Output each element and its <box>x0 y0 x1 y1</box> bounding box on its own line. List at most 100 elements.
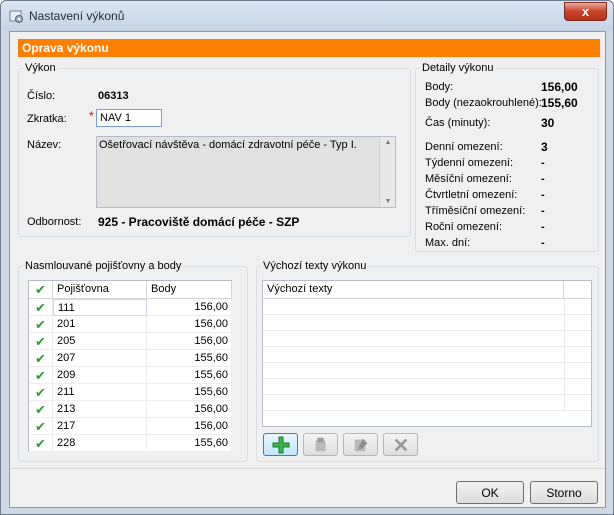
dialog-body: Oprava výkonu Výkon Číslo: 06313 Zkratka… <box>9 31 606 508</box>
detail-value: 3 <box>541 140 548 154</box>
detail-value: 155,60 <box>541 96 578 110</box>
body-value[interactable]: 155,60 <box>147 367 232 384</box>
detail-value: - <box>541 237 545 249</box>
check-icon[interactable]: ✔ <box>29 333 53 350</box>
column-header-body[interactable]: Body <box>147 281 232 299</box>
detail-value: - <box>541 173 545 185</box>
edit-icon <box>315 437 326 452</box>
texty-legend: Výchozí texty výkonu <box>263 260 367 272</box>
check-icon[interactable]: ✔ <box>29 350 53 367</box>
column-header-vychozi-texty[interactable]: Výchozí texty <box>263 281 564 299</box>
cislo-value: 06313 <box>98 90 129 102</box>
body-value[interactable]: 156,00 <box>147 299 232 316</box>
pojistovny-table[interactable]: ✔ Pojišťovna Body ✔ 111 156,00 ✔ 201 156,00 ✔ 2… <box>28 280 232 452</box>
delete-icon <box>394 438 408 452</box>
insert-text-button[interactable] <box>303 433 338 456</box>
column-divider <box>564 315 565 331</box>
column-header-extra <box>564 281 591 299</box>
close-icon: x <box>581 4 590 19</box>
add-icon <box>272 436 290 454</box>
detail-label: Body (nezaokrouhlené): <box>425 97 542 109</box>
table-row[interactable]: ✔ 111 156,00 <box>29 299 232 316</box>
column-header-check[interactable]: ✔ <box>29 281 53 299</box>
add-text-button[interactable] <box>263 433 298 456</box>
column-divider <box>564 347 565 363</box>
header-banner: Oprava výkonu <box>18 39 600 57</box>
title-bar[interactable]: Nastavení výkonů x <box>1 1 613 31</box>
edit-text-button[interactable] <box>343 433 378 456</box>
check-icon[interactable]: ✔ <box>29 401 53 418</box>
empty-row <box>263 379 591 395</box>
nazev-value: Ošetřovací návštěva - domácí zdravotní p… <box>99 139 357 151</box>
pojistovna-code[interactable]: 228 <box>53 435 147 452</box>
required-mark: * <box>89 109 94 123</box>
column-divider <box>564 331 565 347</box>
detail-label: Čas (minuty): <box>425 117 491 129</box>
check-icon[interactable]: ✔ <box>29 418 53 435</box>
detail-value: - <box>541 221 545 233</box>
nazev-label: Název: <box>27 139 62 151</box>
body-value[interactable]: 156,00 <box>147 401 232 418</box>
table-row[interactable]: ✔ 201 156,00 <box>29 316 232 333</box>
cislo-label: Číslo: <box>27 90 56 102</box>
body-value[interactable]: 155,60 <box>147 435 232 452</box>
check-icon[interactable]: ✔ <box>29 435 53 452</box>
table-row[interactable]: ✔ 209 155,60 <box>29 367 232 384</box>
body-value[interactable]: 155,60 <box>147 350 232 367</box>
body-value[interactable]: 156,00 <box>147 333 232 350</box>
odbornost-label: Odbornost: <box>27 216 82 228</box>
detail-label: Denní omezení: <box>425 141 503 153</box>
cancel-button[interactable]: Storno <box>530 481 598 504</box>
texty-table[interactable]: Výchozí texty <box>262 280 592 427</box>
detail-label: Max. dní: <box>425 237 471 249</box>
pojistovna-code[interactable]: 205 <box>53 333 147 350</box>
pojistovna-code[interactable]: 209 <box>53 367 147 384</box>
body-value[interactable]: 155,60 <box>147 384 232 401</box>
body-value[interactable]: 156,00 <box>147 316 232 333</box>
pojistovna-code[interactable]: 201 <box>53 316 147 333</box>
pojistovna-code[interactable]: 111 <box>53 299 147 316</box>
table-row[interactable]: ✔ 228 155,60 <box>29 435 232 452</box>
scroll-down-icon[interactable]: ▼ <box>380 198 396 205</box>
close-button[interactable]: x <box>564 2 607 21</box>
detail-value: - <box>541 189 545 201</box>
table-row[interactable]: ✔ 205 156,00 <box>29 333 232 350</box>
edit-document-icon <box>354 438 368 452</box>
empty-row <box>263 331 591 347</box>
ok-button[interactable]: OK <box>456 481 524 504</box>
nazev-textarea[interactable]: Ošetřovací návštěva - domácí zdravotní p… <box>96 136 396 208</box>
column-divider <box>564 363 565 379</box>
nazev-scrollbar[interactable]: ▲ ▼ <box>379 137 395 207</box>
check-icon[interactable]: ✔ <box>29 316 53 333</box>
empty-row <box>263 347 591 363</box>
detail-value: - <box>541 205 545 217</box>
detail-value: 30 <box>541 116 555 130</box>
pojistovna-code[interactable]: 211 <box>53 384 147 401</box>
empty-row <box>263 395 591 411</box>
pojistovna-code[interactable]: 213 <box>53 401 147 418</box>
detail-label: Měsíční omezení: <box>425 173 512 185</box>
column-divider <box>564 379 565 395</box>
table-row[interactable]: ✔ 211 155,60 <box>29 384 232 401</box>
table-row[interactable]: ✔ 207 155,60 <box>29 350 232 367</box>
pojistovna-code[interactable]: 217 <box>53 418 147 435</box>
body-value[interactable]: 156,00 <box>147 418 232 435</box>
zkratka-label: Zkratka: <box>27 113 67 125</box>
table-row[interactable]: ✔ 217 156,00 <box>29 418 232 435</box>
detail-label: Tříměsíční omezení: <box>425 205 526 217</box>
check-icon[interactable]: ✔ <box>29 384 53 401</box>
column-header-pojistovna[interactable]: Pojišťovna <box>53 281 147 299</box>
check-icon: ✔ <box>35 282 46 297</box>
empty-row <box>263 363 591 379</box>
zkratka-input[interactable] <box>96 109 162 127</box>
delete-text-button[interactable] <box>383 433 418 456</box>
footer-divider <box>10 468 605 469</box>
check-icon[interactable]: ✔ <box>29 367 53 384</box>
pojistovny-legend: Nasmlouvané pojišťovny a body <box>25 260 182 272</box>
check-icon[interactable]: ✔ <box>29 299 53 316</box>
detail-label: Týdenní omezení: <box>425 157 514 169</box>
scroll-up-icon[interactable]: ▲ <box>380 139 396 146</box>
window-title: Nastavení výkonů <box>29 9 125 23</box>
table-row[interactable]: ✔ 213 156,00 <box>29 401 232 418</box>
pojistovna-code[interactable]: 207 <box>53 350 147 367</box>
